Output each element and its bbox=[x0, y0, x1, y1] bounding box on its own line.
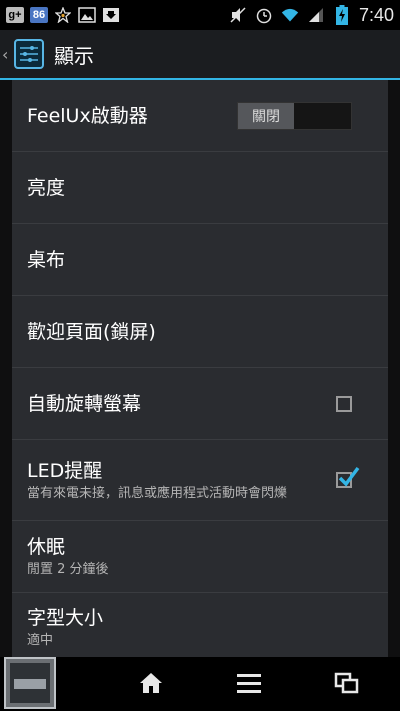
alarm-icon bbox=[255, 6, 273, 24]
notification-count-icon: 86 bbox=[30, 7, 48, 23]
star-icon bbox=[54, 6, 72, 24]
setting-sleep-summary: 閒置 2 分鐘後 bbox=[27, 562, 109, 577]
recent-apps-icon[interactable] bbox=[332, 669, 362, 697]
setting-brightness-label: 亮度 bbox=[27, 176, 66, 199]
download-icon bbox=[102, 6, 120, 24]
settings-list[interactable]: FeelUx啟動器 關閉 亮度 桌布 歡迎頁面(鎖屏) 自動旋轉螢幕 LED提醒… bbox=[12, 80, 388, 657]
setting-feelux[interactable]: FeelUx啟動器 關閉 bbox=[12, 80, 388, 152]
home-icon[interactable] bbox=[136, 669, 166, 697]
setting-brightness[interactable]: 亮度 bbox=[12, 152, 388, 224]
status-bar: g+ 86 7:40 bbox=[0, 0, 400, 30]
setting-led[interactable]: LED提醒 當有來電未接，訊息或應用程式活動時會閃爍 bbox=[12, 440, 388, 521]
setting-led-summary: 當有來電未接，訊息或應用程式活動時會閃爍 bbox=[27, 485, 288, 501]
setting-auto-rotate[interactable]: 自動旋轉螢幕 bbox=[12, 368, 388, 440]
gallery-icon bbox=[78, 6, 96, 24]
setting-font-size[interactable]: 字型大小 適中 bbox=[12, 593, 388, 657]
setting-lockscreen-label: 歡迎頁面(鎖屏) bbox=[27, 320, 156, 343]
setting-sleep-label: 休眠 bbox=[27, 536, 66, 558]
checkmark-icon bbox=[338, 466, 360, 487]
setting-font-size-summary: 適中 bbox=[27, 633, 54, 648]
setting-led-label: LED提醒 bbox=[27, 459, 103, 482]
setting-sleep[interactable]: 休眠 閒置 2 分鐘後 bbox=[12, 521, 388, 593]
setting-auto-rotate-label: 自動旋轉螢幕 bbox=[27, 392, 142, 415]
setting-font-size-label: 字型大小 bbox=[27, 607, 104, 629]
auto-rotate-checkbox[interactable] bbox=[336, 396, 352, 412]
mute-icon bbox=[229, 6, 247, 24]
status-time: 7:40 bbox=[358, 4, 394, 25]
setting-lockscreen[interactable]: 歡迎頁面(鎖屏) bbox=[12, 296, 388, 368]
up-arrow-icon[interactable]: ‹ bbox=[2, 45, 12, 64]
led-checkbox[interactable] bbox=[336, 466, 360, 488]
recent-thumbnail-keyboard bbox=[14, 679, 46, 689]
action-bar: ‹ 顯示 bbox=[0, 30, 400, 78]
feelux-toggle-label: 關閉 bbox=[238, 103, 294, 129]
google-plus-icon: g+ bbox=[6, 7, 24, 23]
menu-icon[interactable] bbox=[234, 669, 264, 697]
recent-thumbnail[interactable] bbox=[4, 657, 56, 709]
page-title: 顯示 bbox=[54, 43, 94, 68]
setting-wallpaper-label: 桌布 bbox=[27, 248, 66, 271]
setting-wallpaper[interactable]: 桌布 bbox=[12, 224, 388, 296]
signal-icon bbox=[307, 6, 325, 24]
navigation-bar bbox=[0, 657, 400, 711]
display-settings-icon[interactable] bbox=[14, 39, 44, 69]
battery-icon bbox=[333, 5, 351, 25]
feelux-toggle[interactable]: 關閉 bbox=[237, 102, 352, 130]
wifi-icon bbox=[281, 6, 299, 24]
